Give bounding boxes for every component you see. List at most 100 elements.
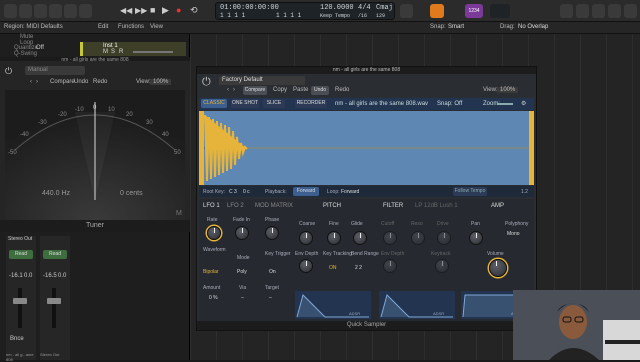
root-key-value[interactable]: C 3 <box>229 189 237 195</box>
redo-button[interactable]: Redo <box>335 87 349 93</box>
volume-knob[interactable] <box>489 259 507 277</box>
paste-button[interactable]: Paste <box>293 87 308 93</box>
mode-one-shot[interactable]: ONE SHOT <box>231 99 259 108</box>
undo-button[interactable]: Undo <box>74 79 88 85</box>
zoom-select[interactable]: 100% <box>150 79 172 85</box>
nav-back-icon[interactable]: ‹ <box>227 87 229 93</box>
help-button[interactable] <box>34 4 47 18</box>
track-header[interactable]: Inst 1 M S R <box>80 42 186 56</box>
automation-read[interactable]: Read <box>43 250 67 259</box>
drag-value[interactable]: No Overlap <box>518 24 548 30</box>
edit-menu[interactable]: Edit <box>98 24 108 30</box>
master-volume[interactable] <box>490 4 510 18</box>
channel-io[interactable]: Stereo Out <box>8 236 32 242</box>
list-editors-button[interactable] <box>560 4 573 18</box>
nav-forward-icon[interactable]: › <box>233 87 235 93</box>
bend-range-value[interactable]: 2 2 <box>355 265 362 271</box>
waveform-value[interactable]: Bipolar <box>203 269 219 275</box>
inspector-button[interactable] <box>19 4 32 18</box>
editors-button[interactable] <box>79 4 92 18</box>
mod-matrix-tab[interactable]: MOD MATRIX <box>255 203 293 209</box>
notes-button[interactable] <box>576 4 589 18</box>
tuner-button[interactable] <box>430 4 444 18</box>
loop-mode[interactable]: Forward <box>341 189 359 195</box>
filter-type[interactable]: LP 12dB Lush 1 <box>415 203 458 209</box>
volume-fader[interactable] <box>18 288 22 328</box>
filter-env-depth-knob[interactable] <box>383 259 397 273</box>
key-tracking-value[interactable]: ON <box>329 265 337 271</box>
target-value[interactable]: – <box>269 295 272 301</box>
nav-forward-icon[interactable]: › <box>36 79 38 85</box>
lfo2-tab[interactable]: LFO 2 <box>227 203 244 209</box>
settings-icon[interactable]: ⚙ <box>521 100 526 107</box>
bounce-button[interactable]: Bnce <box>10 336 24 342</box>
lfo1-tab[interactable]: LFO 1 <box>203 203 220 209</box>
compare-button[interactable]: Compare <box>243 86 267 95</box>
zoom-slider[interactable] <box>497 103 513 105</box>
count-in-button[interactable] <box>400 4 413 18</box>
cycle-icon[interactable]: ⟲ <box>190 5 198 16</box>
key-trigger-value[interactable]: On <box>269 269 276 275</box>
zoom-select[interactable]: 100% <box>497 87 519 93</box>
compare-button[interactable]: Compare <box>50 79 75 85</box>
mode-slice[interactable]: SLICE <box>263 99 285 108</box>
drive-knob[interactable] <box>437 231 451 245</box>
end-marker[interactable] <box>529 111 534 185</box>
loops-button[interactable] <box>592 4 605 18</box>
smart-controls-button[interactable] <box>49 4 62 18</box>
view-menu[interactable]: View <box>150 24 163 30</box>
mode-value[interactable]: Poly <box>237 269 247 275</box>
mute-button[interactable]: M <box>103 49 108 55</box>
rate-knob[interactable] <box>207 226 221 240</box>
playback-mode[interactable]: Forward <box>293 187 319 196</box>
play-icon[interactable]: ▶ <box>162 5 169 16</box>
lcd-display[interactable]: 01:00:00:00:00 1 1 1 1 1 1 1 1 120.0000 … <box>215 2 395 20</box>
fine-tune-value[interactable]: 0 c <box>243 189 250 195</box>
fader-handle[interactable] <box>47 298 61 304</box>
functions-menu[interactable]: Functions <box>118 24 144 30</box>
preset-menu[interactable]: Factory Default <box>219 76 305 85</box>
start-marker[interactable] <box>199 111 204 185</box>
cutoff-knob[interactable] <box>383 231 397 245</box>
via-value[interactable]: – <box>241 295 244 301</box>
snap-menu[interactable]: Snap: Off <box>437 101 462 107</box>
glide-knob[interactable] <box>353 231 367 245</box>
reso-knob[interactable] <box>411 231 425 245</box>
browser-button[interactable] <box>608 4 621 18</box>
pan-knob[interactable] <box>469 231 483 245</box>
fade-in-knob[interactable] <box>235 226 249 240</box>
mode-classic[interactable]: CLASSIC <box>201 99 227 108</box>
nav-back-icon[interactable]: ‹ <box>30 79 32 85</box>
snap-value[interactable]: Smart <box>448 24 464 30</box>
copy-button[interactable]: Copy <box>273 87 287 93</box>
media-button[interactable] <box>624 4 637 18</box>
preset-menu[interactable]: Manual <box>25 66 85 75</box>
waveform-display[interactable] <box>199 111 534 185</box>
recorder-button[interactable]: RECORDER <box>295 99 327 108</box>
fader-handle[interactable] <box>13 298 27 304</box>
record-enable-button[interactable]: R <box>119 49 123 55</box>
coarse-knob[interactable] <box>299 231 313 245</box>
quantize-value[interactable]: Off <box>36 45 44 51</box>
power-icon[interactable]: ⏻ <box>202 76 211 89</box>
filter-envelope[interactable]: ADSR <box>379 291 455 319</box>
record-icon[interactable]: ● <box>176 5 181 15</box>
phase-knob[interactable] <box>265 226 279 240</box>
polyphony-value[interactable]: Mono <box>507 231 520 237</box>
fine-knob[interactable] <box>327 231 341 245</box>
redo-button[interactable]: Redo <box>93 79 107 85</box>
env-depth-knob[interactable] <box>299 259 313 273</box>
stop-icon[interactable]: ■ <box>150 5 155 15</box>
mixer-button[interactable] <box>64 4 77 18</box>
undo-button[interactable]: Undo <box>311 86 329 95</box>
track-volume-slider[interactable] <box>133 51 173 53</box>
pitch-envelope[interactable]: ADSR <box>295 291 371 319</box>
follow-tempo-button[interactable]: Follow Tempo <box>453 187 487 196</box>
library-button[interactable] <box>4 4 17 18</box>
rewind-icon[interactable]: ◀◀ <box>120 6 132 15</box>
amount-value[interactable]: 0 % <box>209 295 218 301</box>
forward-icon[interactable]: ▶▶ <box>135 6 147 15</box>
solo-button[interactable]: S <box>111 49 115 55</box>
volume-fader[interactable] <box>52 288 56 328</box>
power-icon[interactable]: ⏻ <box>5 66 12 77</box>
